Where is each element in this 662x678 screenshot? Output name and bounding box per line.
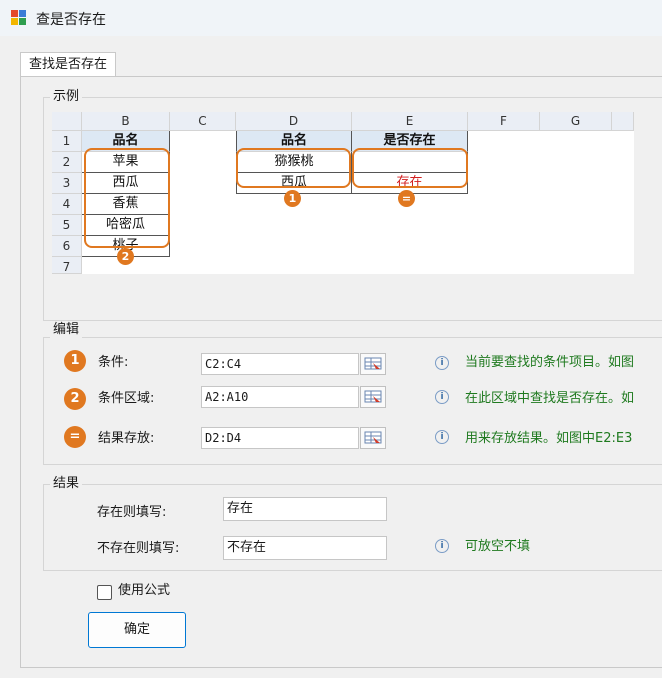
condition-range-picker-button[interactable] xyxy=(360,353,386,375)
range-picker-icon xyxy=(364,390,382,403)
condition-range-hint: 在此区域中查找是否存在。如 xyxy=(465,391,635,406)
exist-value-input[interactable]: 存在 xyxy=(223,497,387,521)
not-exist-value-input[interactable]: 不存在 xyxy=(223,536,387,560)
highlight-condition-range xyxy=(84,148,170,248)
condition-info-icon: i xyxy=(435,356,449,370)
example-spreadsheet: B C D E F G 1 2 3 4 5 6 7 品名 苹果 西瓜 香蕉 哈密… xyxy=(52,112,634,274)
not-exist-hint: 可放空不填 xyxy=(465,539,531,554)
col-header-corner xyxy=(52,112,82,131)
result-store-label: 结果存放: xyxy=(98,431,155,446)
condition-range-input[interactable]: A2:A10 xyxy=(201,386,359,408)
result-store-input[interactable]: D2:D4 xyxy=(201,427,359,449)
row-header-5: 5 xyxy=(52,215,82,236)
col-header-c: C xyxy=(170,112,236,131)
window-title: 查是否存在 xyxy=(36,12,106,28)
app-grid-icon xyxy=(11,10,27,26)
badge-conditions: 1 xyxy=(284,190,301,207)
title-bar: 查是否存在 xyxy=(0,0,662,36)
col-header-f: F xyxy=(468,112,540,131)
use-formula-label[interactable]: 使用公式 xyxy=(118,583,170,599)
badge-condition-icon: 1 xyxy=(64,350,86,372)
col-header-e: E xyxy=(352,112,468,131)
badge-condition-range: 2 xyxy=(117,248,134,265)
result-store-hint: 用来存放结果。如图中E2:E3 xyxy=(465,431,633,446)
edit-legend: 编辑 xyxy=(50,322,83,338)
condition-range-range-picker-button[interactable] xyxy=(360,386,386,408)
highlight-results xyxy=(352,148,468,188)
row-header-3: 3 xyxy=(52,173,82,194)
tab-find-exists[interactable]: 查找是否存在 xyxy=(20,52,117,76)
highlight-conditions xyxy=(236,148,351,188)
badge-condition-range-icon: 2 xyxy=(64,388,86,410)
row-header-4: 4 xyxy=(52,194,82,215)
condition-hint: 当前要查找的条件项目。如图 xyxy=(465,355,635,370)
range-picker-icon xyxy=(364,431,382,444)
badge-result-store-icon: = xyxy=(64,426,86,448)
condition-range-label: 条件区域: xyxy=(98,391,155,406)
example-legend: 示例 xyxy=(50,89,83,105)
condition-label: 条件: xyxy=(98,355,129,370)
row-header-7: 7 xyxy=(52,257,82,274)
row-header-6: 6 xyxy=(52,236,82,257)
row-header-2: 2 xyxy=(52,152,82,173)
row-header-1: 1 xyxy=(52,131,82,152)
col-header-b: B xyxy=(82,112,170,131)
result-store-info-icon: i xyxy=(435,430,449,444)
condition-range-info-icon: i xyxy=(435,390,449,404)
col-header-d: D xyxy=(236,112,352,131)
col-header-g: G xyxy=(540,112,612,131)
condition-input[interactable]: C2:C4 xyxy=(201,353,359,375)
not-exist-info-icon: i xyxy=(435,539,449,553)
badge-results: = xyxy=(398,190,415,207)
result-store-range-picker-button[interactable] xyxy=(360,427,386,449)
col-header-filler xyxy=(612,112,634,131)
exist-label: 存在则填写: xyxy=(97,505,167,520)
result-legend: 结果 xyxy=(50,476,83,492)
range-picker-icon xyxy=(364,357,382,370)
ok-button[interactable]: 确定 xyxy=(88,612,186,648)
not-exist-label: 不存在则填写: xyxy=(97,541,180,556)
use-formula-checkbox[interactable] xyxy=(97,585,112,600)
